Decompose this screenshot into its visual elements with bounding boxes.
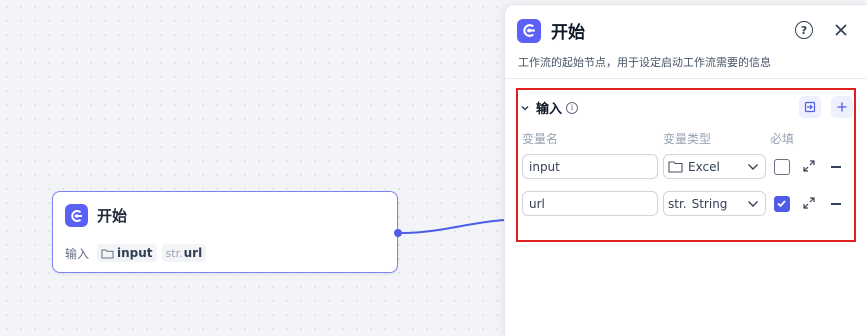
variable-name-input[interactable]	[522, 154, 658, 179]
folder-icon	[668, 161, 683, 173]
chevron-down-icon	[748, 201, 758, 207]
variable-row: Excel	[522, 154, 852, 180]
add-variable-button[interactable]	[831, 96, 853, 118]
divider	[505, 78, 867, 79]
variable-type-value: String	[691, 196, 728, 211]
variable-name-input[interactable]	[522, 191, 658, 216]
variable-type-select[interactable]: str. String	[663, 191, 766, 216]
variable-type-prefix: str.	[668, 196, 687, 211]
remove-icon[interactable]	[831, 166, 841, 168]
node-var-type: str.	[165, 246, 183, 260]
panel-title: 开始	[551, 23, 585, 43]
node-var-chip: input	[97, 244, 157, 262]
expand-icon[interactable]	[802, 196, 816, 210]
start-icon	[517, 18, 541, 43]
node-var-chip: str. url	[161, 244, 207, 262]
node-inputs: 输入 input str. url	[65, 244, 207, 262]
required-checkbox[interactable]	[774, 196, 790, 212]
import-button[interactable]	[799, 96, 821, 118]
column-header-type: 变量类型	[663, 132, 712, 146]
column-header-name: 变量名	[522, 132, 559, 146]
node-output-handle[interactable]	[394, 229, 402, 237]
check-icon	[777, 200, 786, 208]
folder-icon	[101, 249, 114, 258]
start-icon	[65, 204, 88, 227]
panel-header: 开始	[517, 18, 585, 43]
close-icon[interactable]	[831, 20, 851, 40]
panel-description: 工作流的起始节点，用于设定启动工作流需要的信息	[518, 56, 771, 69]
required-checkbox[interactable]	[774, 159, 790, 175]
node-title: 开始	[97, 207, 128, 225]
import-icon	[804, 101, 816, 113]
node-header: 开始	[65, 204, 127, 227]
plus-icon	[837, 102, 847, 112]
section-title: 输入	[536, 102, 563, 117]
expand-icon[interactable]	[802, 159, 816, 173]
remove-icon[interactable]	[831, 203, 841, 205]
node-var-name: input	[117, 246, 153, 260]
help-icon[interactable]: ?	[795, 21, 813, 39]
variable-row: str. String	[522, 191, 852, 217]
info-icon[interactable]: i	[566, 101, 579, 114]
column-header-required: 必填	[770, 132, 795, 146]
node-inputs-label: 输入	[65, 246, 90, 261]
section-header[interactable]: 输入 i	[520, 98, 579, 117]
node-var-name: url	[183, 246, 203, 260]
chevron-down-icon[interactable]	[520, 103, 530, 113]
variable-type-value: Excel	[688, 159, 720, 174]
start-node[interactable]: 开始 输入 input str. url	[52, 191, 398, 273]
variable-type-select[interactable]: Excel	[663, 154, 766, 179]
node-config-panel: 开始 ? 工作流的起始节点，用于设定启动工作流需要的信息 输入 i 变量名 变量…	[504, 4, 867, 336]
input-section: 输入 i 变量名 变量类型 必填 Excel	[516, 88, 856, 242]
chevron-down-icon	[748, 164, 758, 170]
